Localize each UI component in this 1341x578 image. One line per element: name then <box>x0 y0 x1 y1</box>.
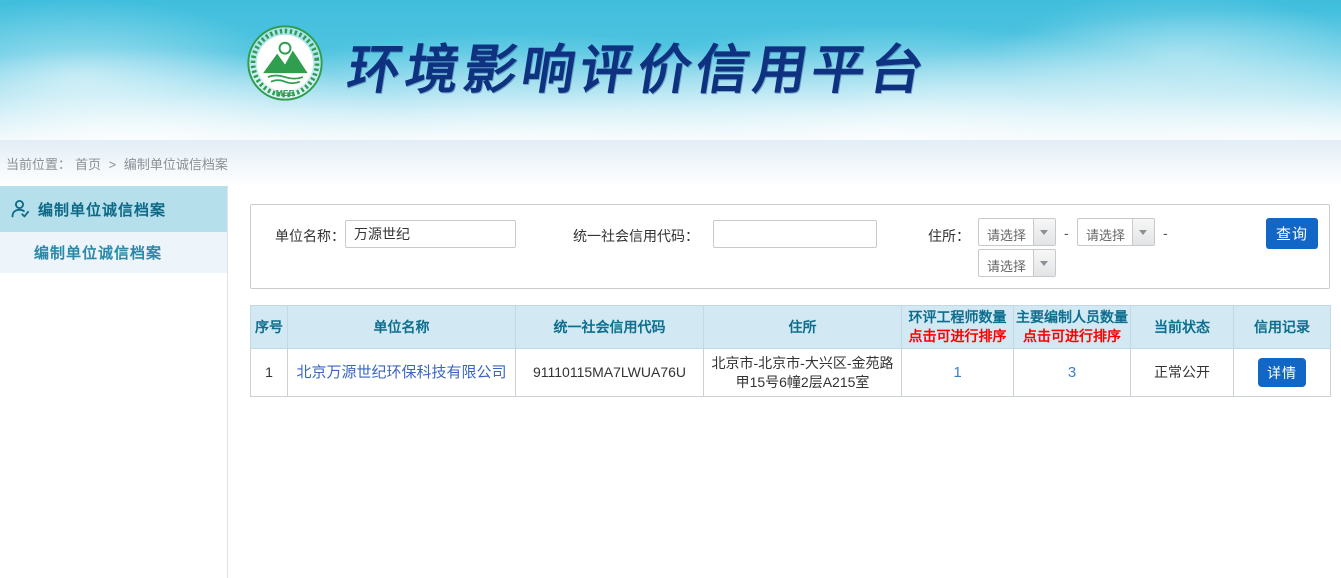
credit-code-input[interactable] <box>713 220 877 248</box>
unit-name-link[interactable]: 北京万源世纪环保科技有限公司 <box>296 364 506 381</box>
sidebar-item-unit-credit-archive[interactable]: 编制单位诚信档案 <box>0 186 227 232</box>
col-header-staff-count-sortable[interactable]: 主要编制人员数量 点击可进行排序 <box>1014 306 1131 349</box>
site-title: 环境影响评价信用平台 <box>343 40 933 102</box>
engineer-count-link[interactable]: 1 <box>953 364 961 381</box>
col-header-credit-code: 统一社会信用代码 <box>516 306 704 349</box>
col-header-unit-name: 单位名称 <box>288 306 516 349</box>
unit-name-input[interactable] <box>345 220 516 248</box>
query-button[interactable]: 查询 <box>1266 218 1318 249</box>
table-header-row: 序号 单位名称 统一社会信用代码 住所 环评工程师数量 点击可进行排序 主要编制… <box>251 306 1331 349</box>
address-line-2: 甲15号6幢2层A215室 <box>736 374 870 390</box>
address-line-1: 北京市-北京市-大兴区-金苑路 <box>712 355 894 371</box>
mee-logo-text: MEE <box>276 88 295 98</box>
detail-button[interactable]: 详情 <box>1258 358 1306 387</box>
address-label: 住所： <box>928 226 970 246</box>
cell-credit-code: 91110115MA7LWUA76U <box>516 349 704 397</box>
select-value: 请选择 <box>1086 225 1125 244</box>
sort-hint: 点击可进行排序 <box>904 327 1011 346</box>
chevron-down-icon[interactable] <box>1033 250 1055 276</box>
select-value: 请选择 <box>987 256 1026 275</box>
result-table: 序号 单位名称 统一社会信用代码 住所 环评工程师数量 点击可进行排序 主要编制… <box>250 305 1331 397</box>
breadcrumb-separator: > <box>109 157 117 172</box>
site-banner: MEE 环境影响评价信用平台 <box>0 0 1341 140</box>
chevron-down-icon[interactable] <box>1132 219 1154 245</box>
address-dash-2: - <box>1163 225 1168 241</box>
page: MEE 环境影响评价信用平台 当前位置： 首页 > 编制单位诚信档案 编制单位诚信… <box>0 0 1341 578</box>
sidebar: 编制单位诚信档案 编制单位诚信档案 <box>0 185 227 578</box>
col-header-staff-count-label: 主要编制人员数量 <box>1016 309 1128 325</box>
col-header-engineer-count-label: 环评工程师数量 <box>909 309 1007 325</box>
select-value: 请选择 <box>987 225 1026 244</box>
cell-index: 1 <box>251 349 288 397</box>
address-district-select[interactable]: 请选择 <box>978 249 1056 277</box>
address-city-select[interactable]: 请选择 <box>1077 218 1155 246</box>
sidebar-subitem-unit-credit-archive[interactable]: 编制单位诚信档案 <box>0 232 227 273</box>
address-dash-1: - <box>1064 225 1069 241</box>
col-header-address: 住所 <box>704 306 902 349</box>
col-header-credit-record: 信用记录 <box>1234 306 1331 349</box>
sidebar-divider <box>227 185 228 578</box>
address-province-select[interactable]: 请选择 <box>978 218 1056 246</box>
staff-count-link[interactable]: 3 <box>1068 364 1076 381</box>
mee-logo-icon: MEE <box>246 24 324 102</box>
credit-code-label: 统一社会信用代码： <box>573 226 699 246</box>
breadcrumb: 当前位置： 首页 > 编制单位诚信档案 <box>0 140 1341 185</box>
sidebar-subitem-label: 编制单位诚信档案 <box>34 242 162 263</box>
col-header-engineer-count-sortable[interactable]: 环评工程师数量 点击可进行排序 <box>902 306 1014 349</box>
breadcrumb-prefix: 当前位置： <box>6 157 71 172</box>
sidebar-item-label: 编制单位诚信档案 <box>38 199 166 220</box>
col-header-status: 当前状态 <box>1131 306 1234 349</box>
table-row: 1 北京万源世纪环保科技有限公司 91110115MA7LWUA76U 北京市-… <box>251 349 1331 397</box>
cell-status: 正常公开 <box>1131 349 1234 397</box>
sort-hint: 点击可进行排序 <box>1016 327 1128 346</box>
unit-name-label: 单位名称： <box>275 226 345 246</box>
chevron-down-icon[interactable] <box>1033 219 1055 245</box>
breadcrumb-home-link[interactable]: 首页 <box>75 157 101 172</box>
user-check-icon <box>9 198 31 220</box>
col-header-index: 序号 <box>251 306 288 349</box>
breadcrumb-current: 编制单位诚信档案 <box>124 157 228 172</box>
cell-address: 北京市-北京市-大兴区-金苑路 甲15号6幢2层A215室 <box>704 349 902 397</box>
search-panel: 单位名称： 统一社会信用代码： 住所： 请选择 - 请选择 - 请选择 查询 <box>250 204 1330 289</box>
